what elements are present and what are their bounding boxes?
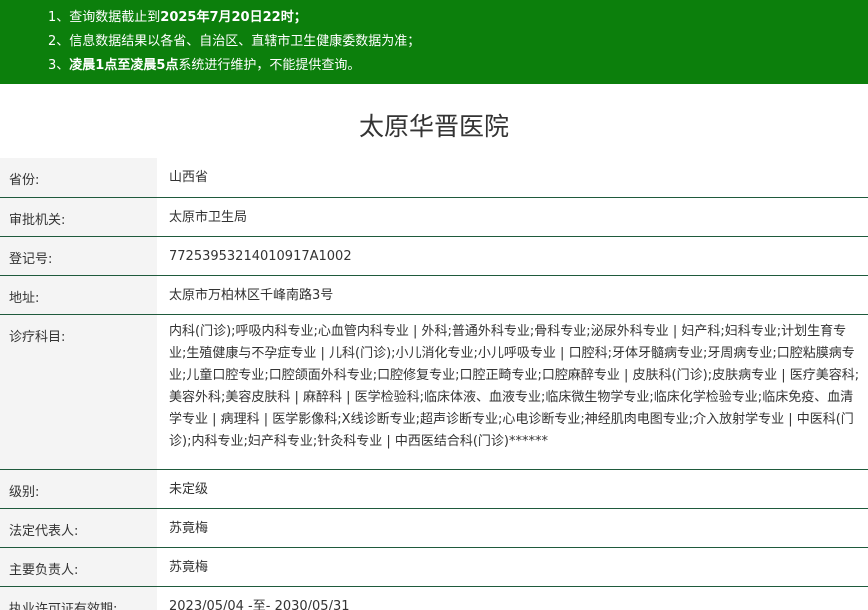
row-departments: 诊疗科目: 内科(门诊);呼吸内科专业;心血管内科专业 | 外科;普通外科专业;…	[0, 314, 868, 470]
registration-number-value: 77253953214010917A1002	[157, 236, 868, 276]
level-value: 未定级	[157, 469, 868, 509]
approval-authority-value: 太原市卫生局	[157, 197, 868, 237]
row-registration-number: 登记号: 77253953214010917A1002	[0, 236, 868, 276]
notice-line-1-bold: 2025年7月20日22时	[160, 10, 294, 25]
row-level: 级别: 未定级	[0, 469, 868, 509]
row-province: 省份: 山西省	[0, 158, 868, 198]
level-label: 级别:	[0, 469, 157, 509]
approval-authority-label: 审批机关:	[0, 197, 157, 237]
row-principal: 主要负责人: 苏竟梅	[0, 547, 868, 587]
legal-representative-label: 法定代表人:	[0, 508, 157, 548]
province-value: 山西省	[157, 158, 868, 198]
notice-line-3-prefix: 3、	[48, 58, 70, 73]
principal-value: 苏竟梅	[157, 547, 868, 587]
hospital-name: 太原华晋医院	[358, 112, 509, 141]
province-label: 省份:	[0, 158, 157, 198]
principal-label: 主要负责人:	[0, 547, 157, 587]
notice-line-1: 1、查询数据截止到2025年7月20日22时；	[48, 6, 868, 30]
notice-line-3: 3、凌晨1点至凌晨5点系统进行维护，不能提供查询。	[48, 54, 868, 78]
notice-line-3-suffix: 系统进行维护，不能提供查询。	[178, 58, 361, 73]
departments-value: 内科(门诊);呼吸内科专业;心血管内科专业 | 外科;普通外科专业;骨科专业;泌…	[157, 314, 868, 470]
license-validity-value: 2023/05/04 -至- 2030/05/31	[157, 586, 868, 610]
notice-line-2: 2、信息数据结果以各省、自治区、直辖市卫生健康委数据为准；	[48, 34, 421, 49]
license-validity-label: 执业许可证有效期:	[0, 586, 157, 610]
row-approval-authority: 审批机关: 太原市卫生局	[0, 197, 868, 237]
notice-line-3-bold: 凌晨1点至凌晨5点	[69, 58, 179, 73]
notice-banner: 1、查询数据截止到2025年7月20日22时； 2、信息数据结果以各省、自治区、…	[0, 0, 868, 84]
departments-label: 诊疗科目:	[0, 314, 157, 470]
row-legal-representative: 法定代表人: 苏竟梅	[0, 508, 868, 548]
row-address: 地址: 太原市万柏林区千峰南路3号	[0, 275, 868, 315]
address-value: 太原市万柏林区千峰南路3号	[157, 275, 868, 315]
hospital-info-table: 省份: 山西省 审批机关: 太原市卫生局 登记号: 77253953214010…	[0, 158, 868, 610]
notice-line-1-suffix: ；	[293, 10, 307, 25]
address-label: 地址:	[0, 275, 157, 315]
row-license-validity: 执业许可证有效期: 2023/05/04 -至- 2030/05/31	[0, 586, 868, 610]
legal-representative-value: 苏竟梅	[157, 508, 868, 548]
notice-line-1-prefix: 1、查询数据截止到	[48, 10, 161, 25]
registration-number-label: 登记号:	[0, 236, 157, 276]
